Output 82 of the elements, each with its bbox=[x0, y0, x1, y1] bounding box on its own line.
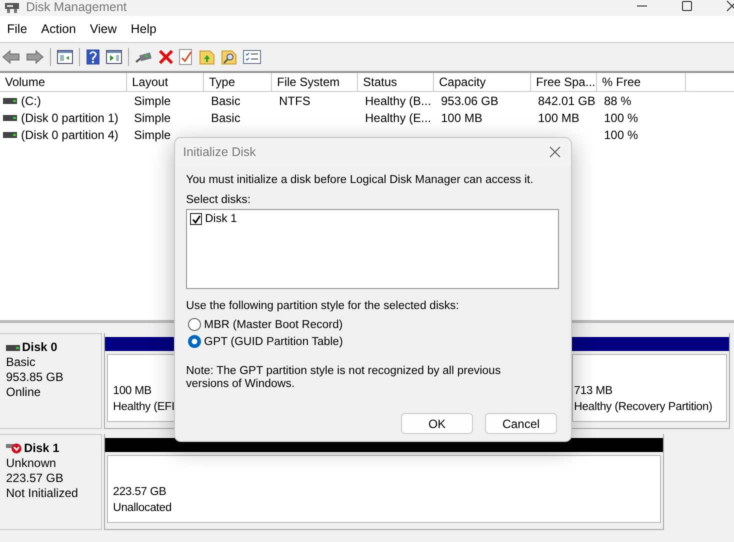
disk-option[interactable]: Disk 1 bbox=[205, 213, 237, 225]
menu-item[interactable]: Action bbox=[36, 22, 82, 36]
dialog-button[interactable]: Cancel bbox=[485, 413, 557, 434]
column-header[interactable]: % Free bbox=[597, 73, 686, 91]
table-cell: (Disk 0 partition 4) bbox=[21, 128, 118, 142]
drive-icon bbox=[3, 132, 17, 138]
action-pane-icon[interactable] bbox=[106, 50, 122, 64]
table-cell: Basic bbox=[211, 110, 240, 124]
note-text: Note: The GPT partition style is not recognized by all previous versions of Windows. bbox=[186, 365, 502, 391]
disk-size: 953.85 GB bbox=[6, 370, 64, 385]
partition-size: 100 MB bbox=[113, 384, 152, 399]
disk-type: Unknown bbox=[6, 456, 58, 471]
column-header[interactable]: Type bbox=[204, 73, 272, 91]
table-cell: 100 % bbox=[604, 110, 638, 124]
folder-up-icon[interactable] bbox=[199, 49, 215, 65]
forward-arrow-icon[interactable] bbox=[26, 49, 44, 65]
radio-label[interactable]: MBR (Master Boot Record) bbox=[204, 318, 343, 330]
table-cell: Simple bbox=[134, 110, 171, 124]
disk-management-icon bbox=[4, 1, 20, 13]
partition-status: Healthy (EFI bbox=[113, 400, 175, 415]
table-cell: Simple bbox=[134, 94, 171, 108]
disk-info-panel[interactable]: Disk 0 Basic 953.85 GB Online bbox=[0, 333, 102, 429]
table-cell: 88 % bbox=[604, 94, 632, 108]
properties-icon[interactable] bbox=[243, 50, 261, 64]
table-cell: Healthy (E... bbox=[365, 110, 432, 124]
maximize-icon[interactable] bbox=[681, 0, 693, 12]
partition-style-label: Use the following partition style for the selected disks: bbox=[186, 300, 460, 312]
drive-icon bbox=[6, 344, 20, 350]
table-cell: 100 MB bbox=[538, 110, 580, 124]
delete-icon[interactable] bbox=[159, 50, 173, 64]
disk-type: Basic bbox=[6, 355, 36, 370]
disk-info-panel[interactable]: Disk 1 Unknown 223.57 GB Not Initialized bbox=[0, 434, 102, 530]
checkbox[interactable] bbox=[190, 213, 202, 225]
disk-status: Not Initialized bbox=[6, 486, 80, 501]
partition-size: 223.57 GB bbox=[113, 485, 166, 500]
dialog-button[interactable]: OK bbox=[401, 413, 473, 434]
column-header[interactable]: Free Spa... bbox=[531, 73, 597, 91]
menu-item[interactable]: Help bbox=[126, 22, 162, 36]
partition-block[interactable]: 223.57 GB Unallocated bbox=[107, 455, 661, 523]
disk-status: Online bbox=[6, 385, 42, 400]
select-disks-label: Select disks: bbox=[186, 194, 252, 206]
back-arrow-icon[interactable] bbox=[2, 49, 20, 65]
plug-icon[interactable] bbox=[135, 50, 153, 64]
folder-search-icon[interactable] bbox=[221, 49, 237, 65]
partition-status: Unallocated bbox=[113, 501, 172, 516]
disk-size: 223.57 GB bbox=[6, 471, 64, 486]
dialog-message: You must initialize a disk before Logical Disk Manager can access it. bbox=[186, 174, 534, 186]
column-header[interactable]: Status bbox=[358, 73, 434, 91]
window-title: Disk Management bbox=[26, 0, 127, 14]
partition-size: 713 MB bbox=[574, 384, 612, 399]
table-cell: 842.01 GB bbox=[538, 94, 596, 108]
menu-item[interactable]: File bbox=[2, 22, 34, 36]
console-tree-icon[interactable] bbox=[57, 50, 73, 64]
table-cell: Healthy (B... bbox=[365, 94, 432, 108]
menu-item[interactable]: View bbox=[84, 22, 123, 36]
drive-icon bbox=[3, 114, 17, 120]
table-cell: 953.06 GB bbox=[441, 94, 498, 108]
partition-block[interactable]: 713 MB Healthy (Recovery Partition) bbox=[572, 354, 727, 422]
help-icon[interactable] bbox=[86, 49, 100, 65]
column-header[interactable]: Layout bbox=[127, 73, 204, 91]
column-header[interactable]: Capacity bbox=[434, 73, 531, 91]
table-cell: (C:) bbox=[21, 94, 41, 108]
disk-name: Disk 0 bbox=[22, 340, 58, 355]
table-cell: (Disk 0 partition 1) bbox=[21, 110, 118, 124]
table-cell: Basic bbox=[211, 94, 240, 108]
checklist-icon[interactable] bbox=[179, 49, 193, 65]
table-cell: 100 % bbox=[604, 128, 638, 142]
table-cell: Simple bbox=[134, 128, 171, 142]
column-header[interactable]: File System bbox=[272, 73, 358, 91]
radio-button[interactable] bbox=[188, 335, 201, 348]
table-cell: 100 MB bbox=[441, 110, 482, 124]
disk-listbox[interactable]: Disk 1 bbox=[186, 209, 559, 289]
dialog-title: Initialize Disk bbox=[183, 145, 256, 159]
column-header[interactable]: Volume bbox=[0, 73, 127, 91]
table-cell: NTFS bbox=[279, 94, 310, 108]
radio-label[interactable]: GPT (GUID Partition Table) bbox=[204, 336, 343, 348]
drive-error-icon bbox=[6, 443, 22, 454]
partition-status: Healthy (Recovery Partition) bbox=[574, 400, 712, 415]
drive-icon bbox=[3, 98, 17, 104]
disk-name: Disk 1 bbox=[24, 441, 60, 456]
radio-button[interactable] bbox=[188, 318, 201, 331]
close-icon[interactable] bbox=[549, 146, 561, 158]
